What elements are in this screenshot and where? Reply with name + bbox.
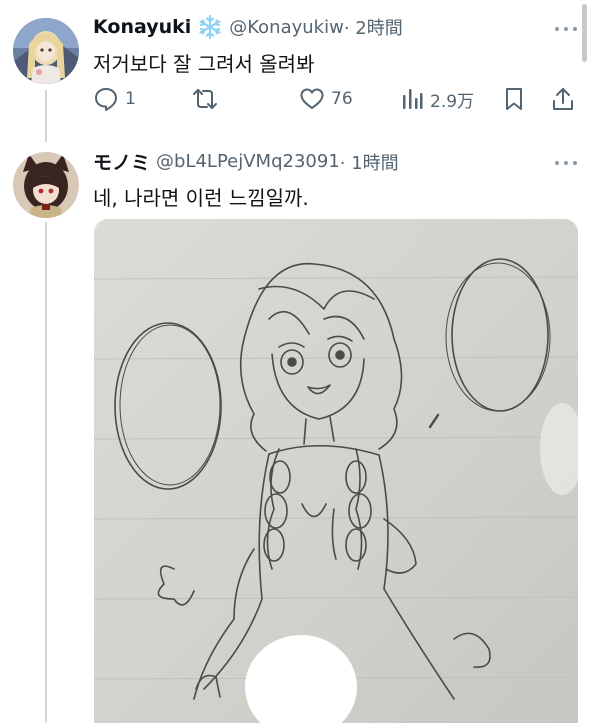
heart-icon [299,86,325,112]
action-bar: 1 76 2.9万 [93,86,577,114]
handle[interactable]: @bL4LPejVMq23091 [156,151,340,172]
views-count: 2.9万 [430,91,475,112]
bookmark-icon [503,86,525,112]
share-icon [551,86,575,112]
reply-icon [93,86,119,112]
display-name[interactable]: モノミ [93,148,150,175]
like-button[interactable]: 76 [299,86,353,112]
tweet-konayuki[interactable]: Konayuki @Konayukiw · 2時間 저거보다 잘 그려서 올려봐 [0,0,591,140]
timestamp[interactable]: · 2時間 [344,14,403,40]
tweet-text: 네, 나라면 이런 느낌일까. [93,186,309,210]
handle[interactable]: @Konayukiw [229,17,344,38]
avatar[interactable] [13,152,79,218]
display-name[interactable]: Konayuki [93,16,191,38]
views-button[interactable]: 2.9万 [400,86,474,112]
reply-count: 1 [125,89,136,109]
share-button[interactable] [551,86,575,112]
avatar[interactable] [13,18,79,84]
views-icon [400,86,424,112]
snowflake-icon [197,14,223,40]
like-count: 76 [331,89,353,109]
timestamp[interactable]: · 1時間 [340,149,399,175]
more-icon[interactable] [555,26,577,32]
tweet-text: 저거보다 잘 그려서 올려봐 [93,52,315,76]
repost-button[interactable] [191,86,225,112]
bookmark-button[interactable] [503,86,525,112]
reply-button[interactable]: 1 [93,86,136,112]
more-icon[interactable] [555,160,577,166]
tweet-image[interactable] [94,219,578,723]
repost-icon [191,86,219,112]
